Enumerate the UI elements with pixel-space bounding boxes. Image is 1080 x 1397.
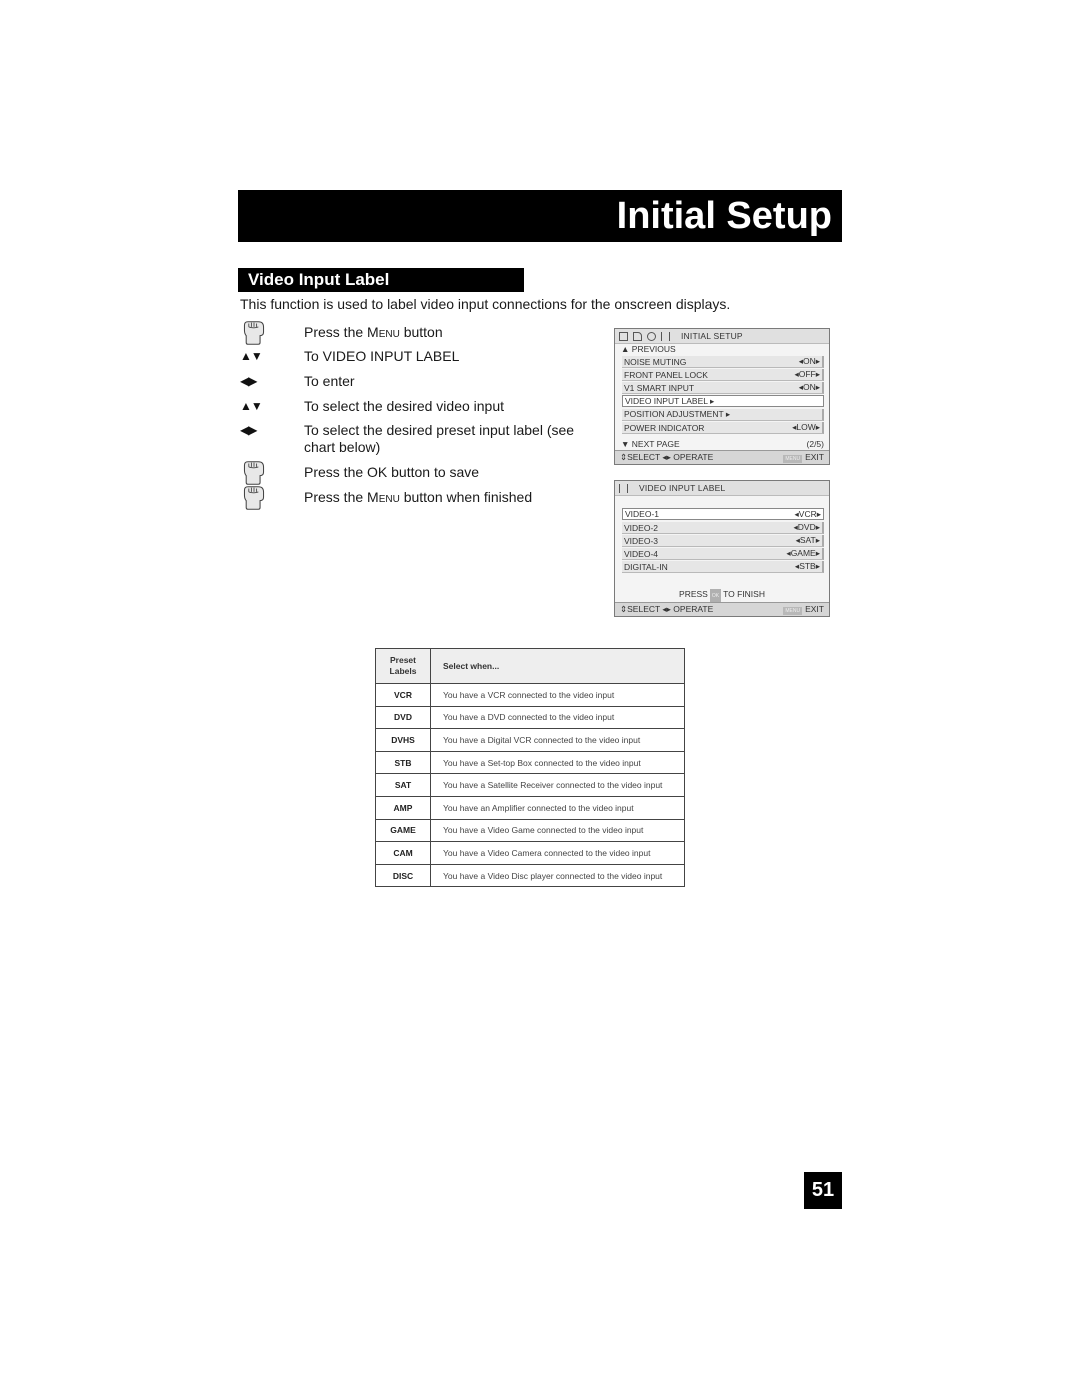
left-right-arrows-icon: ◀▶	[240, 374, 257, 388]
picture-menu-icon	[619, 331, 628, 341]
ok-button-icon: OK	[709, 589, 722, 603]
table-row: AMP You have an Amplifier connected to th…	[375, 795, 685, 820]
select-when-cell: You have a Digital VCR connected to the …	[430, 728, 685, 752]
preset-label-cell: SAT	[375, 773, 431, 797]
table-row: STB You have a Set-top Box connected to t…	[375, 750, 685, 775]
osd-next-page[interactable]: ▼ NEXT PAGE	[621, 438, 680, 450]
osd-footer-hint: ⇕SELECT ◂▸ OPERATE	[620, 452, 714, 462]
intro-text: This function is used to label video inp…	[240, 296, 731, 312]
hand-press-icon	[243, 486, 265, 510]
select-when-cell: You have a Video Game connected to the v…	[430, 818, 685, 843]
preset-label-cell: DISC	[375, 863, 431, 888]
hand-press-icon	[243, 461, 265, 485]
select-when-cell: You have a Video Disc player connected t…	[430, 863, 685, 888]
osd-exit[interactable]: MENU EXIT	[783, 452, 824, 463]
preset-labels-table: Preset Labels Select when... VCR You have…	[375, 648, 685, 888]
chapter-header: Initial Setup	[238, 190, 842, 242]
osd-row-noise-muting[interactable]: NOISE MUTING ◂ON▸	[622, 356, 824, 368]
preset-label-cell: GAME	[375, 818, 431, 843]
osd-initial-setup-menu: INITIAL SETUP ▲ PREVIOUS NOISE MUTING ◂ON…	[614, 328, 830, 465]
setup-menu-icon	[661, 331, 670, 341]
osd-footer: ⇕SELECT ◂▸ OPERATE MENU EXIT	[615, 602, 829, 616]
osd-row-v1-smart-input[interactable]: V1 SMART INPUT ◂ON▸	[622, 382, 824, 394]
osd-finish-hint: PRESS OK TO FINISH	[615, 588, 829, 603]
osd-title-bar: INITIAL SETUP	[615, 329, 829, 344]
table-row: DVHS You have a Digital VCR connected to …	[375, 728, 685, 752]
osd-row-video-input-label[interactable]: VIDEO INPUT LABEL ▸	[622, 395, 824, 407]
osd-row-power-indicator[interactable]: POWER INDICATOR ◂LOW▸	[622, 422, 824, 434]
osd-row-front-panel-lock[interactable]: FRONT PANEL LOCK ◂OFF▸	[622, 369, 824, 381]
step-text: To VIDEO INPUT LABEL	[304, 348, 460, 364]
table-row: CAM You have a Video Camera connected to …	[375, 841, 685, 865]
osd-title: VIDEO INPUT LABEL	[639, 483, 726, 493]
step-text: To enter	[304, 373, 355, 389]
preset-label-cell: AMP	[375, 795, 431, 820]
section-heading: Video Input Label	[238, 268, 524, 292]
preset-label-cell: DVD	[375, 705, 431, 730]
left-right-arrows-icon: ◀▶	[240, 423, 257, 437]
setup-menu-icon	[619, 483, 628, 493]
sound-menu-icon	[633, 331, 642, 341]
select-when-cell: You have a Set-top Box connected to the …	[430, 750, 685, 775]
step-text: Press the Menu button when finished	[304, 489, 533, 505]
osd-row-video-4[interactable]: VIDEO-4 ◂GAME▸	[622, 548, 824, 560]
preset-label-cell: STB	[375, 750, 431, 775]
page-number: 51	[804, 1172, 842, 1209]
step-text: Press the Menu button	[304, 324, 443, 340]
table-row: VCR You have a VCR connected to the video…	[375, 683, 685, 707]
osd-row-digital-in[interactable]: DIGITAL-IN ◂STB▸	[622, 561, 824, 573]
preset-label-cell: DVHS	[375, 728, 431, 752]
chapter-title: Initial Setup	[616, 195, 832, 237]
preset-label-cell: CAM	[375, 841, 431, 865]
table-row: GAME You have a Video Game connected to t…	[375, 818, 685, 843]
osd-footer-hint: ⇕SELECT ◂▸ OPERATE	[620, 604, 714, 614]
column-header-select-when: Select when...	[430, 648, 685, 684]
preset-label-cell: VCR	[375, 683, 431, 707]
up-down-arrows-icon: ▲▼	[240, 399, 263, 413]
osd-row-position-adjustment[interactable]: POSITION ADJUSTMENT ▸	[622, 409, 824, 421]
table-row: DISC You have a Video Disc player connect…	[375, 863, 685, 888]
select-when-cell: You have a Video Camera connected to the…	[430, 841, 685, 865]
step-text: To select the desired video input	[304, 398, 505, 414]
osd-row-video-3[interactable]: VIDEO-3 ◂SAT▸	[622, 535, 824, 547]
select-when-cell: You have a Satellite Receiver connected …	[430, 773, 685, 797]
hand-press-icon	[243, 321, 265, 345]
up-down-arrows-icon: ▲▼	[240, 349, 263, 363]
osd-page-indicator: (2/5)	[806, 439, 824, 449]
osd-footer: ⇕SELECT ◂▸ OPERATE MENU EXIT	[615, 450, 829, 464]
column-header-preset-labels: Preset Labels	[375, 648, 431, 684]
select-when-cell: You have an Amplifier connected to the v…	[430, 795, 685, 820]
table-row: SAT You have a Satellite Receiver connect…	[375, 773, 685, 797]
table-header-row: Preset Labels Select when...	[375, 648, 685, 684]
osd-row-video-2[interactable]: VIDEO-2 ◂DVD▸	[622, 522, 824, 534]
select-when-cell: You have a VCR connected to the video in…	[430, 683, 685, 707]
menu-button-icon: MENU	[783, 455, 803, 463]
osd-previous[interactable]: ▲ PREVIOUS	[621, 343, 676, 355]
select-when-cell: You have a DVD connected to the video in…	[430, 705, 685, 730]
osd-video-input-label-menu: VIDEO INPUT LABEL VIDEO-1 ◂VCR▸ VIDEO-2 ◂D…	[614, 480, 830, 617]
osd-title-bar: VIDEO INPUT LABEL	[615, 481, 829, 496]
step-text: Press the OK button to save	[304, 464, 480, 480]
step-text: To select the desired preset input label…	[304, 422, 575, 455]
osd-title: INITIAL SETUP	[681, 331, 743, 341]
table-row: DVD You have a DVD connected to the video…	[375, 705, 685, 730]
osd-exit[interactable]: MENU EXIT	[783, 604, 824, 615]
osd-row-video-1[interactable]: VIDEO-1 ◂VCR▸	[622, 508, 824, 520]
menu-button-icon: MENU	[783, 607, 803, 615]
clock-menu-icon	[647, 331, 656, 341]
